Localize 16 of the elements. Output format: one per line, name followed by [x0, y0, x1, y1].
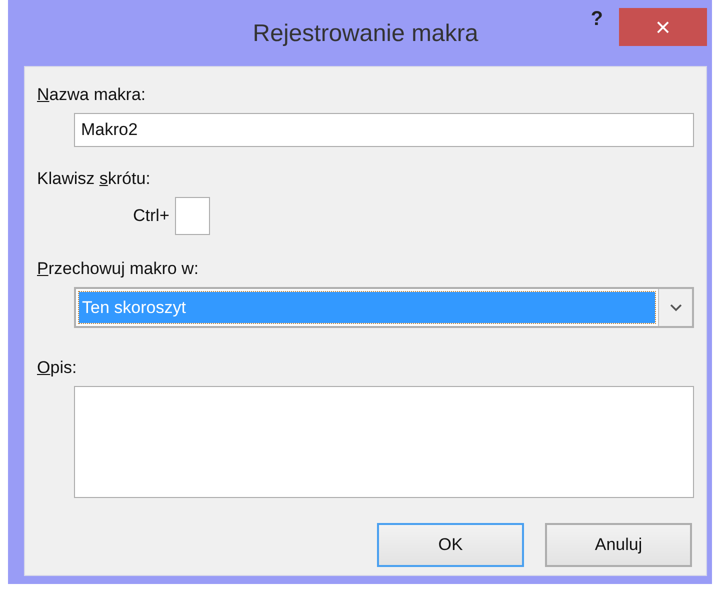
ctrl-label: Ctrl+	[133, 206, 170, 226]
ok-button[interactable]: OK	[377, 523, 524, 567]
description-field[interactable]	[74, 386, 694, 498]
field-label: Przechowuj makro w:	[37, 259, 200, 279]
macro-name-field[interactable]: Makro2	[74, 113, 694, 147]
dropdown-button[interactable]	[658, 289, 692, 326]
dropdown-value: Ten skoroszyt	[79, 292, 655, 323]
chevron-down-icon	[670, 304, 682, 312]
shortcut-key-field[interactable]	[175, 197, 210, 235]
field-label: Nazwa makra:	[37, 85, 147, 105]
cancel-button[interactable]: Anuluj	[545, 523, 692, 567]
window-title: Rejestrowanie makra	[252, 20, 478, 48]
field-label: Opis:	[37, 358, 78, 378]
close-button[interactable]: ×	[619, 8, 707, 46]
field-label: Klawisz skrótu:	[37, 169, 152, 189]
help-button[interactable]: ?	[590, 8, 603, 31]
